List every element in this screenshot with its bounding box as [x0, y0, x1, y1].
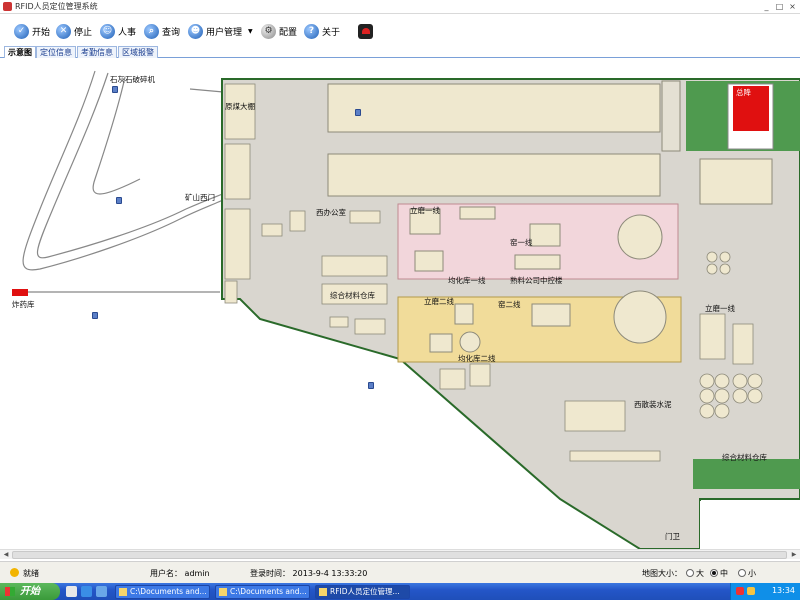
label-boiler: 总降: [736, 88, 751, 97]
user-management-label: 用户管理: [206, 27, 243, 38]
start-label: 开始: [32, 27, 51, 38]
window-title: RFID人员定位管理系统: [15, 2, 98, 11]
size-small-radio[interactable]: 小: [738, 568, 756, 579]
size-medium-radio[interactable]: 中: [710, 568, 728, 579]
radio-icon: [686, 569, 694, 577]
size-large-radio[interactable]: 大: [686, 568, 704, 579]
label-kiln-line1: 窑一线: [510, 238, 533, 247]
tray-security-icon[interactable]: [747, 587, 755, 595]
taskbar-item[interactable]: C:\Documents and...: [115, 585, 210, 599]
size-medium-label: 中: [720, 569, 728, 578]
status-bar: 就绪 用户名： admin 登录时间： 2013-9-4 13:33:20 地图…: [0, 561, 800, 583]
login-info: 登录时间： 2013-9-4 13:33:20: [250, 568, 367, 579]
title-bar: RFID人员定位管理系统 _ □ ×: [0, 0, 800, 14]
personnel-button[interactable]: ☺ 人事: [100, 23, 136, 39]
show-desktop-icon[interactable]: [66, 586, 77, 597]
label-mill-line1: 立磨一线: [410, 206, 440, 215]
user-management-button[interactable]: ☻ 用户管理 ▼: [188, 23, 253, 39]
login-time: 2013-9-4 13:33:20: [292, 569, 368, 578]
scroll-left-icon[interactable]: ◀: [1, 551, 11, 559]
label-guard: 门卫: [665, 532, 680, 541]
gear-icon: ⚙: [261, 23, 276, 39]
minimize-button[interactable]: _: [761, 1, 772, 12]
radio-checked-icon: [710, 569, 718, 577]
label-explosive-store: 炸药库: [12, 300, 35, 309]
label-crusher: 石灰石破碎机: [110, 75, 155, 84]
personnel-label: 人事: [118, 27, 137, 38]
scroll-thumb[interactable]: [12, 551, 787, 559]
user-info: 用户名： admin: [150, 568, 210, 579]
taskbar: 开始 C:\Documents and... C:\Documents and.…: [0, 583, 800, 600]
label-mill-line2: 立磨二线: [424, 297, 454, 306]
taskbar-item[interactable]: C:\Documents and...: [215, 585, 310, 599]
about-button[interactable]: ? 关于: [304, 23, 340, 39]
alarm-button[interactable]: [358, 23, 373, 39]
person-icon: ☺: [100, 23, 115, 39]
reader-marker[interactable]: [112, 86, 118, 93]
label-west-bulk-cement: 西散装水泥: [634, 400, 672, 409]
tab-schematic[interactable]: 示意图: [4, 46, 36, 58]
check-icon: ✓: [14, 23, 29, 39]
browser-icon[interactable]: [81, 586, 92, 597]
search-icon: ⌕: [144, 23, 159, 39]
user-value: admin: [184, 569, 210, 578]
config-label: 配置: [279, 27, 298, 38]
login-label: 登录时间：: [250, 569, 290, 578]
map-drawing: [12, 70, 800, 549]
toolbar: ✓ 开始 ✕ 停止 ☺ 人事 ⌕ 查询 ☻ 用户管理 ▼ ⚙ 配置 ? 关于: [0, 14, 800, 46]
query-label: 查询: [162, 27, 181, 38]
tab-location[interactable]: 定位信息: [36, 46, 76, 58]
status-text: 就绪: [23, 569, 39, 578]
radio-icon: [738, 569, 746, 577]
label-west-gate: 矿山西门: [185, 193, 215, 202]
start-menu-button[interactable]: 开始: [0, 583, 60, 600]
maximize-button[interactable]: □: [774, 1, 785, 12]
scroll-right-icon[interactable]: ▶: [789, 551, 799, 559]
user-label: 用户名：: [150, 569, 182, 578]
start-button[interactable]: ✓ 开始: [14, 23, 50, 39]
stop-label: 停止: [74, 27, 93, 38]
alarm-light-icon: [358, 23, 373, 39]
label-coal-shed: 原煤大棚: [225, 102, 255, 111]
label-materials-store-1: 综合材料仓库: [330, 291, 375, 300]
map-size-label: 地图大小：: [642, 569, 682, 578]
label-materials-store-2: 综合材料仓库: [722, 453, 767, 462]
stop-button[interactable]: ✕ 停止: [56, 23, 92, 39]
tray-app-icon[interactable]: [736, 587, 744, 595]
tab-strip: 示意图 定位信息 考勤信息 区域报警: [0, 45, 800, 58]
reader-marker[interactable]: [116, 197, 122, 204]
size-large-label: 大: [696, 569, 704, 578]
status-ready: 就绪: [10, 568, 39, 579]
tab-attendance[interactable]: 考勤信息: [77, 46, 117, 58]
reader-marker[interactable]: [355, 109, 361, 116]
media-icon[interactable]: [96, 586, 107, 597]
size-small-label: 小: [748, 569, 756, 578]
label-homog-line1: 均化库一线: [448, 276, 486, 285]
horizontal-scrollbar[interactable]: ◀ ▶: [0, 549, 800, 559]
taskbar-item-active[interactable]: RFID人员定位管理...: [315, 585, 410, 599]
tab-area-alarm[interactable]: 区域报警: [118, 46, 158, 58]
query-button[interactable]: ⌕ 查询: [144, 23, 180, 39]
label-mill-line3: 立磨一线: [705, 304, 735, 313]
label-kiln-line2: 窑二线: [498, 300, 521, 309]
reader-marker[interactable]: [92, 312, 98, 319]
reader-marker[interactable]: [368, 382, 374, 389]
label-west-office: 西办公室: [316, 208, 346, 217]
config-button[interactable]: ⚙ 配置: [261, 23, 297, 39]
status-icon: [10, 568, 19, 577]
clock: 13:34: [771, 586, 795, 595]
app-icon: [3, 2, 12, 11]
plant-map[interactable]: 石灰石破碎机 原煤大棚 矿山西门 炸药库 西办公室 立磨一线 窑一线 均化库一线…: [0, 59, 800, 549]
help-icon: ?: [304, 23, 319, 39]
users-icon: ☻: [188, 23, 203, 39]
stop-icon: ✕: [56, 23, 71, 39]
close-button[interactable]: ×: [787, 1, 798, 12]
about-label: 关于: [322, 27, 341, 38]
chevron-down-icon[interactable]: ▼: [248, 28, 253, 35]
system-tray: 13:34: [730, 583, 800, 600]
label-homog-line2: 均化库二线: [458, 354, 496, 363]
label-central-control: 熟料公司中控楼: [510, 276, 563, 285]
